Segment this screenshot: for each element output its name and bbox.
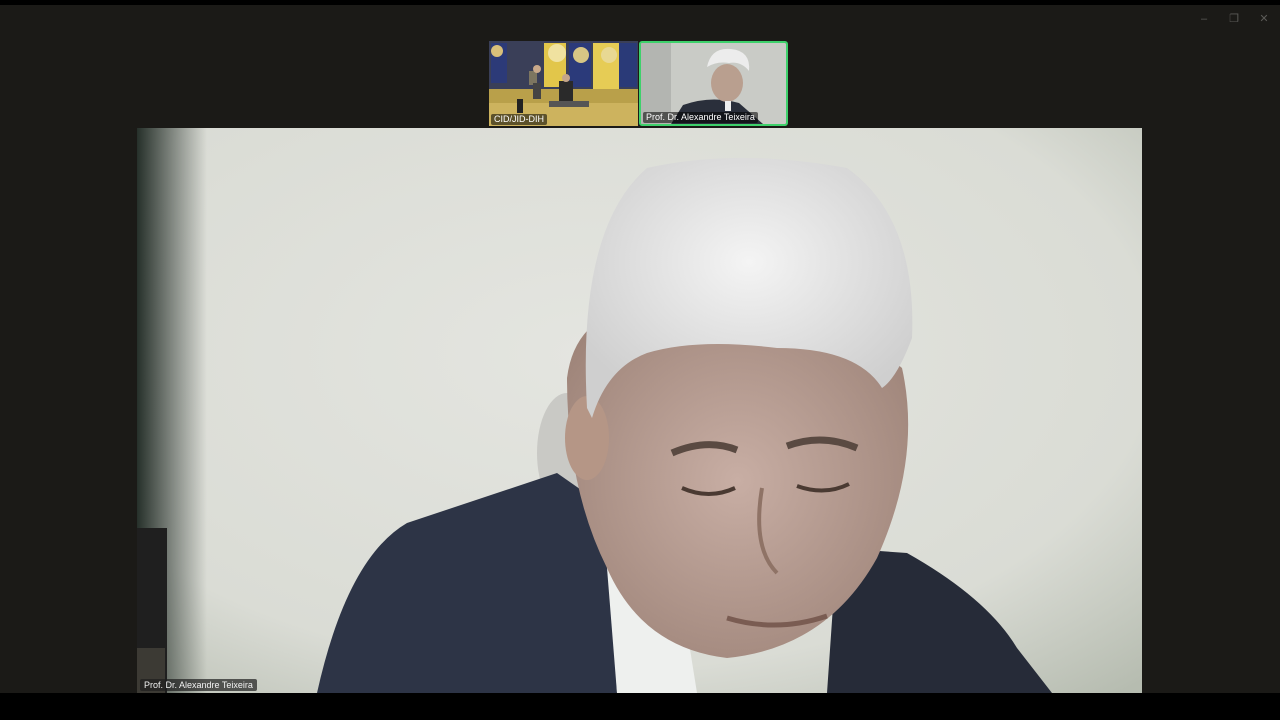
speaker-name-label: Prof. Dr. Alexandre Teixeira [140,679,257,691]
meeting-window: – ❐ ✕ CID/JID-DIH Prof. Dr. Alexandre Te… [0,5,1280,693]
participant-tile-cid-jid-dih[interactable]: CID/JID-DIH [489,41,638,126]
title-bar: – ❐ ✕ [0,5,1280,33]
main-speaker-video[interactable]: Prof. Dr. Alexandre Teixeira [137,128,1142,693]
participant-name-label: Prof. Dr. Alexandre Teixeira [643,112,758,123]
maximize-icon[interactable]: ❐ [1226,11,1242,27]
speaker-video-frame [137,128,1142,693]
minimize-icon[interactable]: – [1196,11,1212,27]
participant-name-label: CID/JID-DIH [491,114,547,125]
participant-tile-alexandre-teixeira[interactable]: Prof. Dr. Alexandre Teixeira [639,41,788,126]
close-icon[interactable]: ✕ [1256,11,1272,27]
